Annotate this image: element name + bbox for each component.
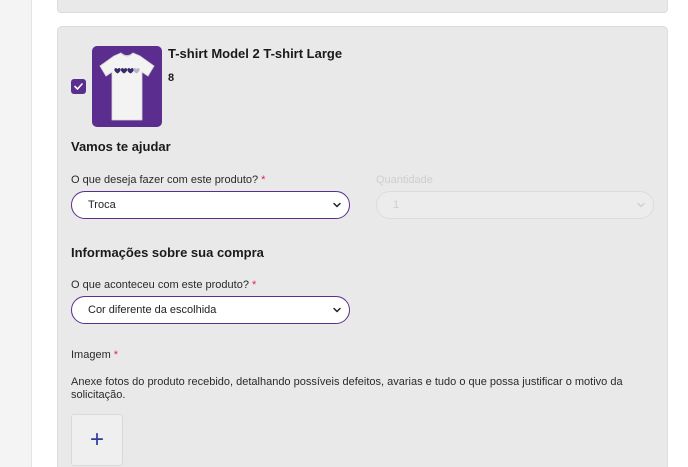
- reason-label-text: O que aconteceu com este produto?: [71, 279, 249, 291]
- product-name: T-shirt Model 2 T-shirt Large: [168, 46, 343, 61]
- return-request-page: T-shirt Model 2 T-shirt Large 8 Vamos te…: [0, 0, 688, 467]
- image-instructions: Anexe fotos do produto recebido, detalha…: [71, 376, 623, 401]
- required-marker: *: [251, 279, 257, 291]
- chevron-down-icon: [333, 307, 341, 313]
- action-label: O que deseja fazer com este produto? *: [71, 174, 265, 186]
- reason-select[interactable]: Cor diferente da escolhida: [71, 296, 350, 324]
- action-select[interactable]: Troca: [71, 191, 350, 219]
- action-select-value: Troca: [88, 199, 116, 211]
- quantity-select-value: 1: [393, 199, 400, 211]
- reason-select-value: Cor diferente da escolhida: [88, 304, 217, 316]
- chevron-down-icon: [637, 202, 645, 208]
- help-section-title: Vamos te ajudar: [71, 139, 171, 154]
- left-sidebar: [0, 0, 32, 467]
- product-image: [92, 46, 162, 127]
- required-marker: *: [113, 349, 119, 361]
- tshirt-icon: [99, 52, 155, 121]
- chevron-down-icon: [333, 202, 341, 208]
- quantity-select[interactable]: 1: [376, 191, 654, 219]
- product-select-checkbox[interactable]: [71, 79, 86, 94]
- image-label-text: Imagem: [71, 349, 111, 361]
- quantity-label: Quantidade: [376, 174, 433, 186]
- add-photo-button[interactable]: +: [71, 414, 123, 466]
- previous-product-card: [57, 0, 668, 13]
- reason-label: O que aconteceu com este produto? *: [71, 279, 256, 291]
- product-quantity: 8: [168, 72, 175, 84]
- plus-icon: +: [89, 426, 104, 453]
- image-label: Imagem *: [71, 349, 118, 361]
- purchase-section-title: Informações sobre sua compra: [71, 245, 264, 260]
- checkmark-icon: [74, 83, 83, 90]
- action-label-text: O que deseja fazer com este produto?: [71, 174, 259, 186]
- required-marker: *: [261, 174, 266, 186]
